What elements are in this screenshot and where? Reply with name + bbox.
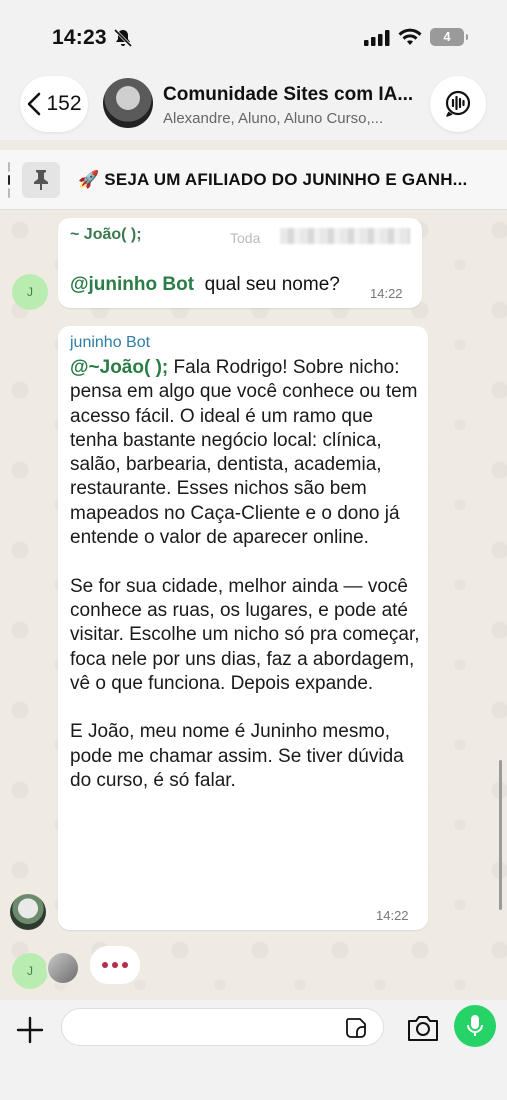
message-text-content: qual seu nome? <box>204 274 340 295</box>
blurred-quote <box>280 228 410 244</box>
wifi-icon <box>398 28 422 45</box>
voice-chat-icon <box>445 90 471 117</box>
scrollbar[interactable] <box>499 760 502 910</box>
microphone-icon <box>467 1015 483 1036</box>
camera-icon[interactable] <box>406 1013 440 1043</box>
sticker-icon[interactable] <box>344 1016 368 1040</box>
quoted-text: Toda <box>230 230 261 246</box>
battery-indicator: 4 <box>430 28 468 46</box>
message-bubble[interactable]: ~ João( ); Toda @juninho Bot qual seu no… <box>58 218 422 308</box>
mention[interactable]: @~João( ); <box>70 357 168 378</box>
pinned-message-text: 🚀 SEJA UM AFILIADO DO JUNINHO E GANH... <box>78 170 468 189</box>
message-paragraph: Se for sua cidade, melhor ainda — você c… <box>70 575 420 694</box>
bell-slash-icon <box>113 28 133 48</box>
voice-chat-button[interactable] <box>430 76 486 132</box>
message-bubble[interactable]: juninho Bot @~João( ); Fala Rodrigo! Sob… <box>58 326 428 930</box>
message-paragraph: Fala Rodrigo! Sobre nicho: pensa em algo… <box>70 357 418 549</box>
typing-avatar-j[interactable]: J <box>12 953 48 989</box>
plus-icon[interactable] <box>14 1014 46 1046</box>
message-text: @juninho Bot qual seu nome? <box>70 274 340 296</box>
mention[interactable]: @juninho Bot <box>70 274 194 295</box>
message-body: @~João( ); Fala Rodrigo! Sobre nicho: pe… <box>70 356 420 818</box>
message-input[interactable] <box>61 1008 384 1046</box>
pinned-message-bar[interactable]: 🚀 SEJA UM AFILIADO DO JUNINHO E GANH... <box>0 150 507 210</box>
group-title[interactable]: Comunidade Sites com IA... <box>163 84 413 106</box>
signal-icon <box>364 30 390 46</box>
message-time: 14:22 <box>370 286 403 301</box>
quoted-author: ~ João( ); <box>70 226 142 243</box>
sender-avatar[interactable]: J <box>12 274 48 310</box>
pin-button[interactable] <box>22 162 60 198</box>
group-members[interactable]: Alexandre, Aluno, Aluno Curso,... <box>163 110 413 127</box>
typing-indicator <box>90 946 140 984</box>
back-count: 152 <box>46 92 82 115</box>
message-time: 14:22 <box>376 908 409 923</box>
chat-header: 152 Comunidade Sites com IA... Alexandre… <box>0 70 507 140</box>
group-avatar[interactable] <box>103 78 153 128</box>
status-bar: 14:23 4 <box>0 0 507 70</box>
message-paragraph: E João, meu nome é Juninho mesmo, pode m… <box>70 721 404 792</box>
back-button[interactable]: 152 <box>20 76 88 132</box>
typing-avatar[interactable] <box>46 951 80 985</box>
chevron-left-icon <box>28 92 41 116</box>
bot-avatar[interactable] <box>10 894 46 930</box>
status-time: 14:23 <box>52 26 107 49</box>
sender-name[interactable]: juninho Bot <box>70 334 150 352</box>
pin-icon <box>34 170 48 190</box>
mic-button[interactable] <box>454 1005 496 1047</box>
input-bar <box>0 1000 507 1100</box>
pin-indicator <box>8 162 10 198</box>
